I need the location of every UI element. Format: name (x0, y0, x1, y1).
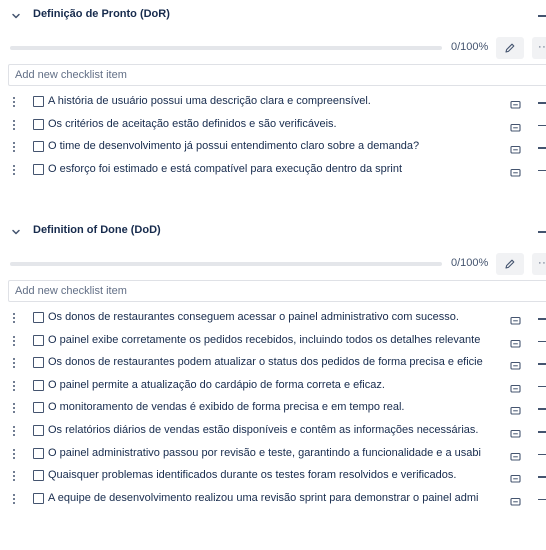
item-checkbox[interactable] (33, 447, 44, 459)
drag-handle-icon[interactable] (12, 493, 16, 506)
checklist-item: O monitoramento de vendas é exibido de f… (0, 400, 546, 420)
remove-item-button[interactable] (538, 408, 546, 410)
item-checkbox[interactable] (33, 141, 44, 153)
item-label[interactable]: O time de desenvolvimento já possui ente… (48, 140, 492, 152)
checklist-item: A equipe de desenvolvimento realizou uma… (0, 491, 546, 511)
collapse-section-button[interactable] (538, 231, 546, 233)
item-checkbox[interactable] (33, 96, 44, 107)
drag-handle-icon[interactable] (12, 448, 16, 461)
drag-handle-icon[interactable] (12, 426, 16, 438)
progress-percent: 0/100% (451, 41, 489, 53)
comment-icon[interactable] (510, 494, 521, 512)
drag-handle-icon[interactable] (12, 119, 16, 132)
remove-item-button[interactable] (538, 431, 546, 433)
item-checkbox[interactable] (33, 357, 44, 369)
checklist-item: O painel permite a atualização do cardáp… (0, 378, 546, 398)
remove-item-button[interactable] (538, 363, 546, 365)
item-label[interactable]: Os critérios de aceitação estão definido… (48, 118, 492, 130)
comment-icon[interactable] (510, 313, 521, 331)
remove-item-button[interactable] (538, 102, 546, 104)
comment-icon[interactable] (510, 358, 521, 376)
item-checkbox[interactable] (33, 402, 44, 414)
drag-handle-icon[interactable] (12, 313, 16, 325)
progress-bar (10, 46, 442, 50)
add-checklist-item-input[interactable] (8, 64, 546, 86)
item-label[interactable]: A história de usuário possui uma descriç… (48, 95, 492, 107)
remove-item-button[interactable] (538, 340, 546, 343)
drag-handle-icon[interactable] (12, 403, 16, 415)
comment-icon[interactable] (510, 426, 521, 444)
remove-item-button[interactable] (538, 318, 546, 320)
checklist-item: Os donos de restaurantes podem atualizar… (0, 355, 546, 375)
comment-icon[interactable] (510, 142, 521, 160)
chevron-down-icon[interactable] (10, 9, 22, 21)
item-checkbox[interactable] (33, 163, 44, 175)
item-checkbox[interactable] (33, 379, 44, 391)
item-checkbox[interactable] (33, 118, 44, 130)
comment-icon[interactable] (510, 120, 521, 138)
remove-item-button[interactable] (538, 476, 546, 478)
drag-handle-icon[interactable] (12, 335, 16, 348)
add-checklist-item-input[interactable] (8, 280, 546, 302)
remove-item-button[interactable] (538, 385, 546, 388)
item-label[interactable]: O monitoramento de vendas é exibido de f… (48, 401, 492, 413)
item-label[interactable]: O painel administrativo passou por revis… (48, 447, 492, 459)
item-label[interactable]: A equipe de desenvolvimento realizou uma… (48, 492, 492, 504)
item-label[interactable]: O painel permite a atualização do cardáp… (48, 379, 492, 391)
remove-item-button[interactable] (538, 498, 546, 501)
comment-icon[interactable] (510, 381, 521, 399)
item-label[interactable]: Quaisquer problemas identificados durant… (48, 469, 492, 481)
checklist-item: O painel administrativo passou por revis… (0, 446, 546, 466)
drag-handle-icon[interactable] (12, 97, 16, 109)
more-options-button[interactable]: ··· (532, 253, 546, 275)
checklist-item: O esforço foi estimado e está compatível… (0, 162, 546, 182)
section-header[interactable]: Definição de Pronto (DoR) (0, 6, 546, 28)
progress-bar (10, 262, 442, 266)
checklist-item: Os donos de restaurantes conseguem acess… (0, 310, 546, 330)
checklist-item: Os critérios de aceitação estão definido… (0, 117, 546, 137)
checklist-item: Quaisquer problemas identificados durant… (0, 468, 546, 488)
checklist-item: Os relatórios diários de vendas estão di… (0, 423, 546, 443)
remove-item-button[interactable] (538, 169, 546, 172)
checklist-item: O painel exibe corretamente os pedidos r… (0, 333, 546, 353)
item-label[interactable]: Os donos de restaurantes conseguem acess… (48, 311, 492, 323)
drag-handle-icon[interactable] (12, 142, 16, 154)
section-title: Definição de Pronto (DoR) (33, 8, 170, 20)
checklist-item: O time de desenvolvimento já possui ente… (0, 139, 546, 159)
item-label[interactable]: O esforço foi estimado e está compatível… (48, 163, 492, 175)
progress-percent: 0/100% (451, 257, 489, 269)
edit-checklist-button[interactable] (496, 253, 524, 275)
remove-item-button[interactable] (538, 124, 546, 127)
remove-item-button[interactable] (538, 453, 546, 456)
item-label[interactable]: O painel exibe corretamente os pedidos r… (48, 334, 492, 346)
comment-icon[interactable] (510, 97, 521, 115)
comment-icon[interactable] (510, 336, 521, 354)
more-options-button[interactable]: ··· (532, 37, 546, 59)
item-checkbox[interactable] (33, 312, 44, 323)
item-checkbox[interactable] (33, 470, 44, 482)
item-checkbox[interactable] (33, 425, 44, 436)
drag-handle-icon[interactable] (12, 358, 16, 370)
drag-handle-icon[interactable] (12, 164, 16, 177)
chevron-down-icon[interactable] (10, 225, 22, 237)
remove-item-button[interactable] (538, 147, 546, 149)
checklist-item: A história de usuário possui uma descriç… (0, 94, 546, 114)
drag-handle-icon[interactable] (12, 471, 16, 483)
section-title: Definition of Done (DoD) (33, 224, 161, 236)
comment-icon[interactable] (510, 403, 521, 421)
comment-icon[interactable] (510, 165, 521, 183)
comment-icon[interactable] (510, 471, 521, 489)
collapse-section-button[interactable] (538, 15, 546, 17)
edit-checklist-button[interactable] (496, 37, 524, 59)
item-checkbox[interactable] (33, 492, 44, 504)
section-header[interactable]: Definition of Done (DoD) (0, 222, 546, 244)
item-checkbox[interactable] (33, 334, 44, 346)
comment-icon[interactable] (510, 449, 521, 467)
item-label[interactable]: Os relatórios diários de vendas estão di… (48, 424, 492, 436)
item-label[interactable]: Os donos de restaurantes podem atualizar… (48, 356, 492, 368)
drag-handle-icon[interactable] (12, 380, 16, 393)
